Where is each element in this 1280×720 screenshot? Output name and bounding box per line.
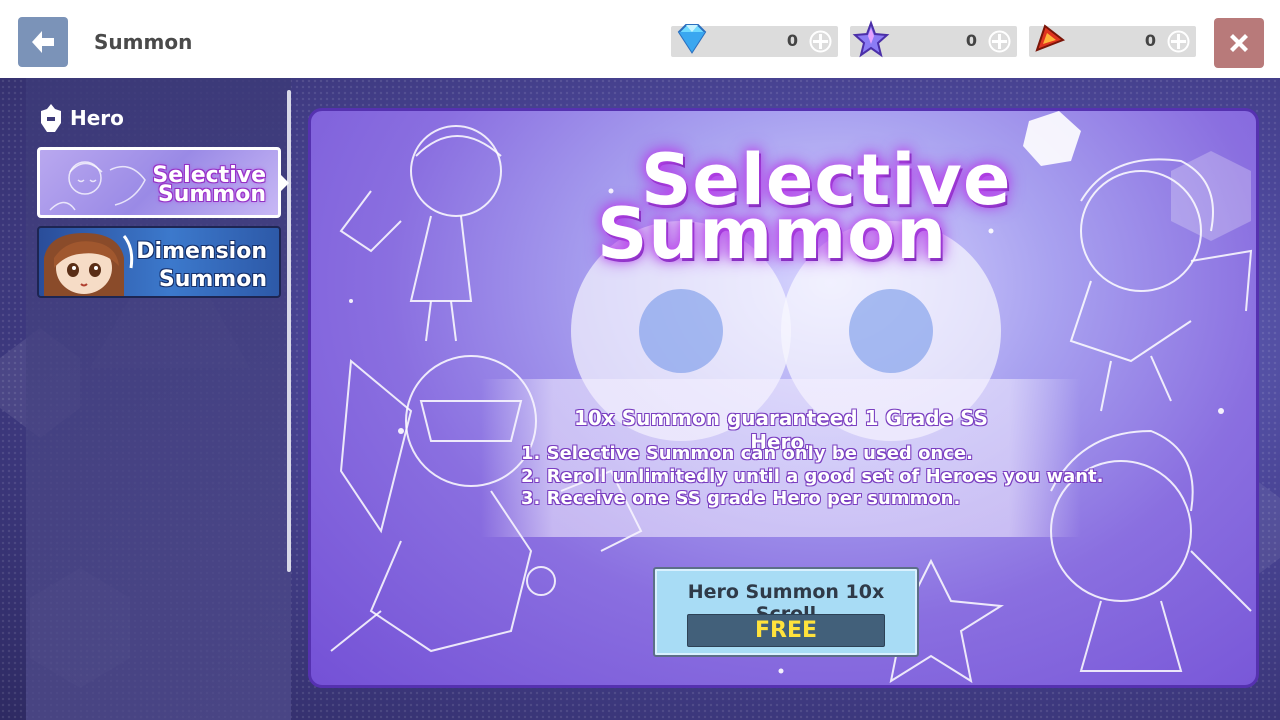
tab-dimension-summon[interactable]: Dimension Summon bbox=[37, 226, 281, 298]
sidebar-section-hero: Hero bbox=[38, 103, 124, 133]
tab-dimension-line1: Dimension bbox=[136, 239, 267, 264]
currency-gems-value: 0 bbox=[786, 31, 798, 50]
hero-sketch-art bbox=[49, 161, 146, 211]
top-bar: Summon 0 0 0 bbox=[0, 0, 1280, 78]
sidebar-section-label: Hero bbox=[70, 106, 124, 130]
tab-dimension-line2: Summon bbox=[158, 267, 267, 292]
currency-stars: 0 bbox=[850, 20, 1017, 58]
tab-selective-line2: Summon bbox=[157, 182, 266, 207]
helmet-icon bbox=[41, 104, 61, 132]
tab-selective-label: Selective Summon bbox=[152, 165, 266, 207]
summon-banner: Selective Summon 10x Summon guaranteed 1… bbox=[308, 108, 1259, 688]
back-button[interactable] bbox=[18, 17, 68, 67]
currency-badges: 0 bbox=[1029, 24, 1196, 57]
add-badges-button[interactable] bbox=[1167, 30, 1190, 53]
add-gems-button[interactable] bbox=[809, 30, 832, 53]
arrow-left-icon bbox=[32, 31, 54, 53]
rule-line-2: 2. Reroll unlimitedly until a good set o… bbox=[521, 466, 1104, 487]
add-stars-button[interactable] bbox=[988, 30, 1011, 53]
tab-selective-summon[interactable]: Selective Summon bbox=[37, 147, 281, 218]
red-badge-icon bbox=[1035, 24, 1066, 52]
hero-portrait-avatar bbox=[44, 233, 134, 296]
banner-title-line2: Summon bbox=[597, 193, 948, 275]
currency-stars-value: 0 bbox=[965, 31, 977, 50]
tab-dimension-label: Dimension Summon bbox=[136, 238, 267, 294]
rule-line-1: 1. Selective Summon can only be used onc… bbox=[521, 443, 973, 464]
currency-gems: 0 bbox=[671, 24, 838, 57]
close-x-icon bbox=[1230, 34, 1248, 52]
currency-badges-value: 0 bbox=[1144, 31, 1156, 50]
selected-tab-pointer bbox=[280, 174, 289, 192]
summon-scroll-card: Hero Summon 10x Scroll FREE bbox=[653, 567, 919, 657]
sidebar-scrollbar[interactable] bbox=[287, 90, 291, 572]
banner-title: Selective Summon bbox=[311, 141, 1256, 275]
rule-line-3: 3. Receive one SS grade Hero per summon. bbox=[521, 488, 961, 509]
page-title: Summon bbox=[94, 30, 193, 54]
close-button[interactable] bbox=[1214, 18, 1264, 68]
star-crystal-icon bbox=[852, 20, 890, 58]
diamond-gem-icon bbox=[677, 24, 707, 54]
free-summon-button[interactable]: FREE bbox=[687, 614, 885, 647]
